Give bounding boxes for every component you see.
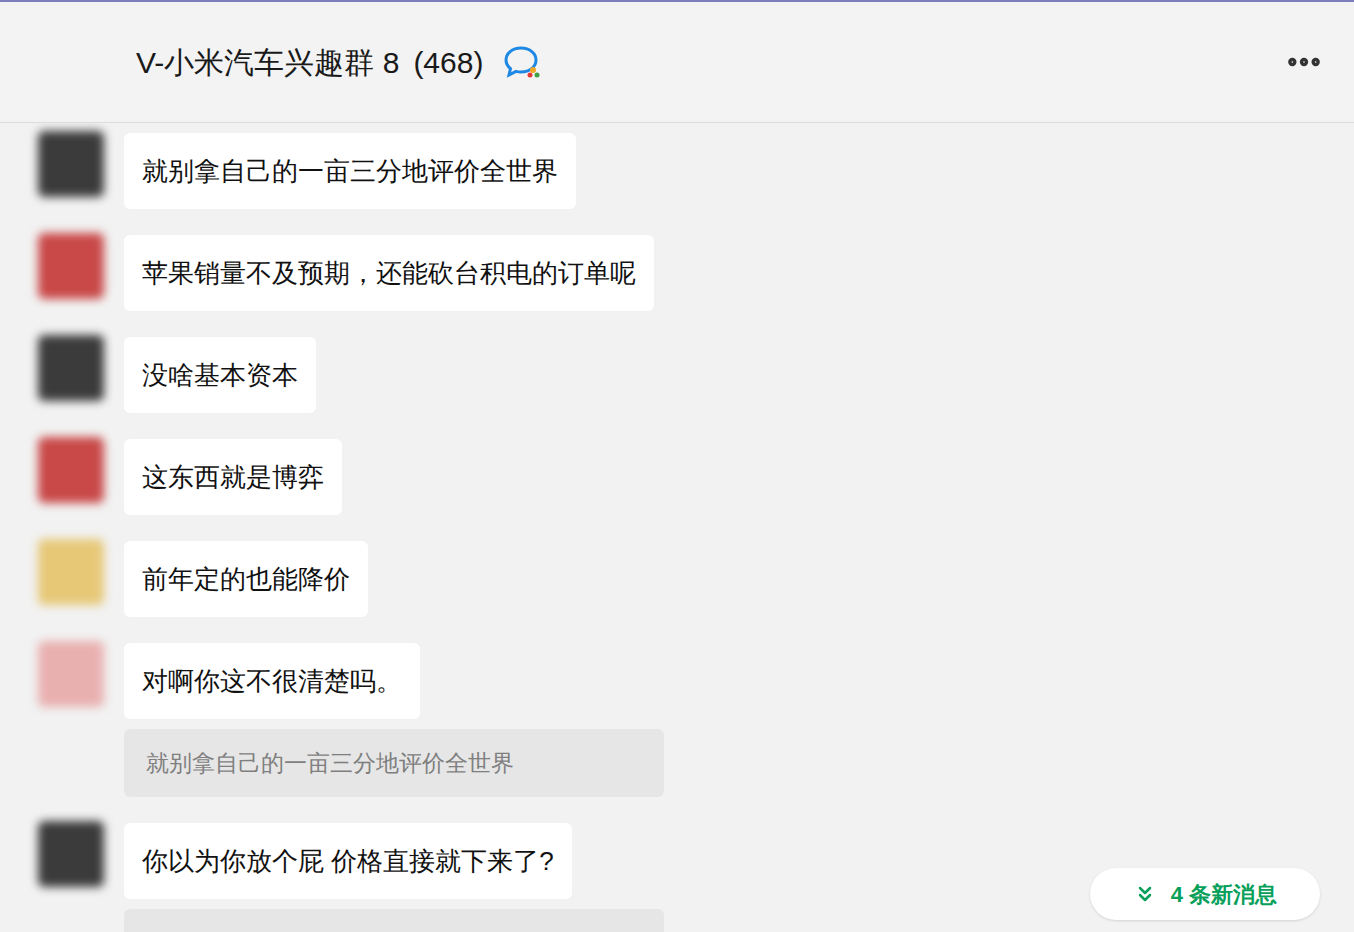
message-bubble[interactable]: 没啥基本资本 [124,337,316,413]
chat-window: V-小米汽车兴趣群 8(468)就别拿自己的一亩三分地评价全世界苹果销量不及预期… [0,0,1354,932]
chat-title: V-小米汽车兴趣群 8 [136,40,399,85]
avatar[interactable] [38,131,104,197]
avatar[interactable] [38,821,104,887]
quoted-message[interactable] [124,909,664,932]
message-bubble[interactable]: 你以为你放个屁 价格直接就下来了? [124,823,572,899]
new-messages-button[interactable]: 4 条新消息 [1090,868,1320,920]
quoted-message[interactable]: 就别拿自己的一亩三分地评价全世界 [124,729,664,797]
chat-header: V-小米汽车兴趣群 8 (468) [0,2,1354,123]
avatar[interactable] [38,233,104,299]
avatar[interactable] [38,539,104,605]
avatar[interactable] [38,437,104,503]
more-icon[interactable] [1284,42,1324,82]
message-row: 对啊你这不很清楚吗。就别拿自己的一亩三分地评价全世界 [38,643,1354,797]
message-bubble[interactable]: 就别拿自己的一亩三分地评价全世界 [124,133,576,209]
message-row: 苹果销量不及预期，还能砍台积电的订单呢 [38,235,1354,311]
message-row: 这东西就是博弈 [38,439,1354,515]
avatar[interactable] [38,335,104,401]
member-count: (468) [413,40,483,85]
avatar[interactable] [38,641,104,707]
message-bubble[interactable]: 苹果销量不及预期，还能砍台积电的订单呢 [124,235,654,311]
message-row: 前年定的也能降价 [38,541,1354,617]
message-row: 没啥基本资本 [38,337,1354,413]
message-bubble[interactable]: 前年定的也能降价 [124,541,368,617]
message-list: 就别拿自己的一亩三分地评价全世界苹果销量不及预期，还能砍台积电的订单呢没啥基本资… [0,123,1354,932]
message-bubble[interactable]: 这东西就是博弈 [124,439,342,515]
chevrons-down-icon [1133,882,1157,906]
message-bubble[interactable]: 对啊你这不很清楚吗。 [124,643,420,719]
group-chat-icon[interactable] [503,44,543,80]
message-row: 就别拿自己的一亩三分地评价全世界 [38,133,1354,209]
